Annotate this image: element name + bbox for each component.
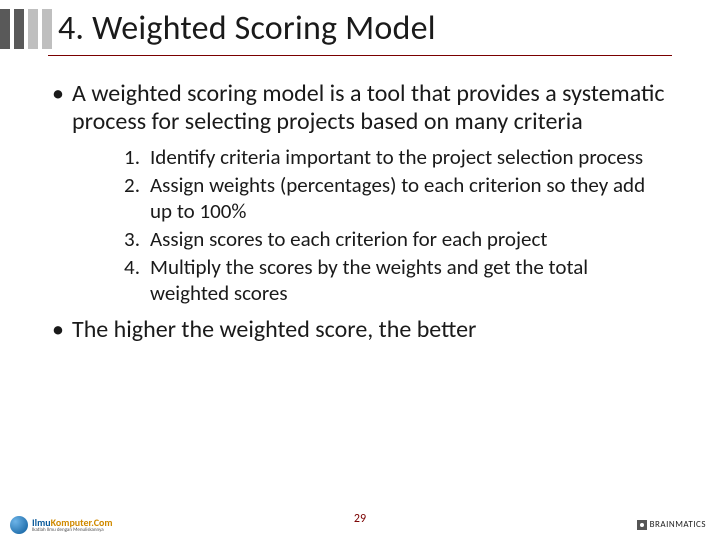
bullet-marker-icon: • [52,80,72,136]
step-item: 4. Multiply the scores by the weights an… [120,254,668,306]
footer-logo-right: BRAINMATICS [637,519,706,530]
globe-icon [10,516,28,534]
step-item: 3. Assign scores to each criterion for e… [120,226,668,252]
bullet-intro: • A weighted scoring model is a tool tha… [52,80,668,136]
step-text: Identify criteria important to the proje… [150,144,643,170]
steps-list: 1. Identify criteria important to the pr… [120,144,668,306]
bullet-closing: • The higher the weighted score, the bet… [52,316,668,344]
slide-title: 4. Weighted Scoring Model [58,8,436,49]
step-number: 4. [120,254,150,306]
step-item: 1. Identify criteria important to the pr… [120,144,668,170]
step-text: Assign scores to each criterion for each… [150,226,547,252]
step-text: Multiply the scores by the weights and g… [150,254,668,306]
header-stripes-icon [0,9,52,49]
bullet-closing-text: The higher the weighted score, the bette… [72,316,476,344]
bullet-marker-icon: • [52,316,72,344]
step-item: 2. Assign weights (percentages) to each … [120,172,668,224]
step-number: 2. [120,172,150,224]
footer-logo-left: IlmuKomputer.Com Ikatlah Ilmu dengan Men… [10,516,113,534]
step-number: 3. [120,226,150,252]
slide-content: • A weighted scoring model is a tool tha… [0,56,720,344]
step-text: Assign weights (percentages) to each cri… [150,172,668,224]
logo-left-tagline: Ikatlah Ilmu dengan Menuliskannya [32,528,113,533]
logo-right-text: BRAINMATICS [650,519,706,530]
slide-header: 4. Weighted Scoring Model [0,0,720,49]
footer-logo-left-text: IlmuKomputer.Com Ikatlah Ilmu dengan Men… [32,518,113,533]
step-number: 1. [120,144,150,170]
slide: 4. Weighted Scoring Model • A weighted s… [0,0,720,540]
square-icon [637,520,647,530]
bullet-intro-text: A weighted scoring model is a tool that … [72,80,668,136]
